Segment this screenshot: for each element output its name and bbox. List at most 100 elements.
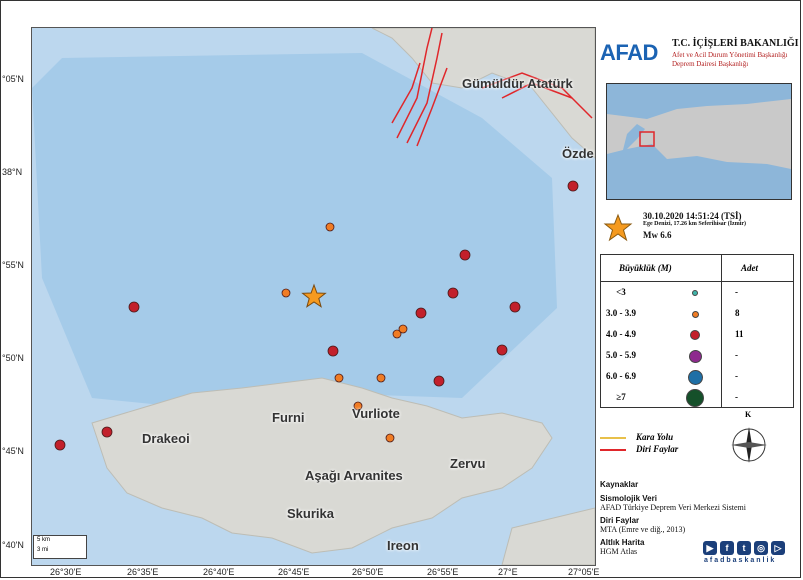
- earthquake-marker[interactable]: [496, 344, 508, 356]
- lon-label: 26°50'E: [352, 567, 384, 577]
- ministry-sub1: Afet ve Acil Durum Yönetimi Başkanlığı: [672, 51, 788, 59]
- event-magnitude: Mw 6.6: [643, 230, 672, 240]
- lon-label: 27°05'E: [568, 567, 600, 577]
- earthquake-marker[interactable]: [398, 324, 408, 334]
- legend-col-count: Adet: [741, 263, 758, 273]
- lon-label: 26°35'E: [127, 567, 159, 577]
- fault-line-icon: [600, 449, 626, 451]
- lat-label: °05'N: [2, 74, 24, 84]
- place-label: Özde: [562, 146, 594, 161]
- fault-label: Diri Faylar: [636, 444, 679, 454]
- scale-km: 5 km: [37, 537, 51, 543]
- legend-row: 4.0 - 4.9 11: [601, 325, 793, 346]
- earthquake-marker[interactable]: [281, 288, 291, 298]
- legend-range: <3: [616, 287, 626, 297]
- earthquake-marker[interactable]: [128, 301, 140, 313]
- legend-count: 11: [735, 329, 744, 339]
- legend-row: 3.0 - 3.9 8: [601, 304, 793, 325]
- lat-label: °55'N: [2, 260, 24, 270]
- lat-label: °40'N: [2, 540, 24, 550]
- event-datetime: 30.10.2020 14:51:24 (TSİ): [643, 211, 742, 221]
- fault-source: MTA (Emre ve diğ., 2013): [600, 525, 686, 534]
- legend-count: 8: [735, 308, 740, 318]
- fault-title: Diri Faylar: [600, 516, 640, 525]
- legend-dot-icon: [688, 349, 702, 363]
- legend-dot-icon: [692, 290, 698, 296]
- earthquake-marker[interactable]: [325, 222, 335, 232]
- scale-bar: 5 km 3 mi: [33, 535, 87, 559]
- lat-label: °50'N: [2, 353, 24, 363]
- place-label: Gümüldür Atatürk: [462, 76, 573, 91]
- legend-header: Büyüklük (M) Adet: [601, 255, 793, 282]
- ministry-sub2: Deprem Dairesi Başkanlığı: [672, 60, 749, 68]
- place-label: Ireon: [387, 538, 419, 553]
- legend-row: 5.0 - 5.9 -: [601, 346, 793, 367]
- scale-mi: 3 mi: [37, 547, 49, 553]
- earthquake-marker[interactable]: [54, 439, 66, 451]
- place-label: Aşağı Arvanites: [305, 468, 403, 483]
- legend-dot-icon: [690, 330, 700, 340]
- legend-dot-icon: [686, 389, 704, 407]
- road-line-icon: [600, 437, 626, 439]
- legend-range: ≥7: [616, 392, 626, 402]
- youtube-icon[interactable]: ▶: [703, 541, 717, 555]
- epicenter-star-icon: [603, 213, 633, 242]
- youtube-play-icon[interactable]: ▷: [771, 541, 785, 555]
- instagram-icon[interactable]: ◎: [754, 541, 768, 555]
- place-label: Vurliote: [352, 406, 400, 421]
- map-canvas: [32, 28, 595, 565]
- place-label: Furni: [272, 410, 305, 425]
- lon-label: 27°E: [498, 567, 518, 577]
- lon-label: 26°55'E: [427, 567, 459, 577]
- earthquake-marker[interactable]: [567, 180, 579, 192]
- earthquake-marker[interactable]: [327, 345, 339, 357]
- place-label: Drakeoi: [142, 431, 190, 446]
- legend-count: -: [735, 350, 738, 360]
- social-handle: afadbaskanlik: [704, 557, 777, 564]
- earthquake-marker[interactable]: [447, 287, 459, 299]
- legend-row: ≥7 -: [601, 388, 793, 409]
- inset-canvas: [607, 84, 791, 199]
- legend-row: <3 -: [601, 283, 793, 304]
- seis-source: AFAD Türkiye Deprem Veri Merkezi Sistemi: [600, 503, 746, 512]
- map-area[interactable]: Gümüldür Atatürk Özde Furni Vurliote Dra…: [31, 27, 596, 566]
- legend-range: 4.0 - 4.9: [606, 329, 636, 339]
- north-arrow-icon: [731, 427, 767, 463]
- legend-row: 6.0 - 6.9 -: [601, 367, 793, 388]
- earthquake-marker[interactable]: [334, 373, 344, 383]
- earthquake-marker[interactable]: [459, 249, 471, 261]
- lat-label: °45'N: [2, 446, 24, 456]
- sources-title: Kaynaklar: [600, 480, 639, 489]
- legend-dot-icon: [687, 369, 703, 385]
- earthquake-marker[interactable]: [415, 307, 427, 319]
- twitter-icon[interactable]: t: [737, 541, 751, 555]
- ministry-title: T.C. İÇİŞLERİ BAKANLIĞI: [672, 38, 799, 49]
- basemap-title: Altlık Harita: [600, 538, 645, 547]
- legend-range: 6.0 - 6.9: [606, 371, 636, 381]
- facebook-icon[interactable]: f: [720, 541, 734, 555]
- lon-label: 26°30'E: [50, 567, 82, 577]
- afad-logo: AFAD: [600, 40, 658, 65]
- place-label: Skurika: [287, 506, 334, 521]
- earthquake-marker[interactable]: [101, 426, 113, 438]
- magnitude-legend: Büyüklük (M) Adet <3 - 3.0 - 3.9 8 4.0 - 4.9…: [600, 254, 794, 408]
- earthquake-marker[interactable]: [433, 375, 445, 387]
- event-location: Ege Denizi, 17.26 km Seferihisar (İzmir): [643, 221, 747, 227]
- legend-range: 5.0 - 5.9: [606, 350, 636, 360]
- earthquake-marker[interactable]: [509, 301, 521, 313]
- location-inset-map: [606, 83, 792, 200]
- lon-label: 26°40'E: [203, 567, 235, 577]
- road-label: Kara Yolu: [636, 432, 674, 442]
- basemap-source: HGM Atlas: [600, 547, 638, 556]
- legend-count: -: [735, 392, 738, 402]
- earthquake-marker[interactable]: [385, 433, 395, 443]
- legend-range: 3.0 - 3.9: [606, 308, 636, 318]
- north-label: K: [745, 410, 752, 419]
- lon-label: 26°45'E: [278, 567, 310, 577]
- seis-title: Sismolojik Veri: [600, 494, 657, 503]
- lat-label: 38°N: [2, 167, 23, 177]
- legend-count: -: [735, 287, 738, 297]
- legend-col-magnitude: Büyüklük (M): [619, 263, 672, 273]
- earthquake-marker[interactable]: [376, 373, 386, 383]
- legend-count: -: [735, 371, 738, 381]
